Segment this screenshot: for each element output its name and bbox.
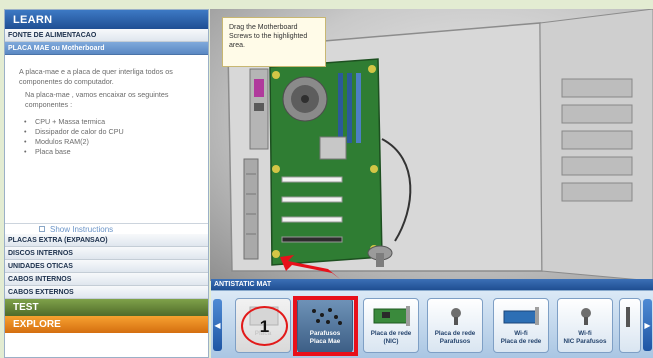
section-unidades-oticas[interactable]: UNIDADES OTICAS <box>5 260 208 273</box>
list-item: Placa base <box>19 147 198 157</box>
scroll-left-button[interactable]: ◀ <box>213 299 222 351</box>
instructions-panel: A placa-mae e a placa de quer interliga … <box>5 55 208 224</box>
show-instructions-label[interactable]: Show Instructions <box>50 225 113 234</box>
tray-tile-next-partial[interactable] <box>619 298 641 353</box>
section-fonte-de-alimentacao[interactable]: FONTE DE ALIMENTACAO <box>5 29 208 42</box>
tray-tile-placa-de-rede-nic[interactable]: Placa de rede (NIC) <box>363 298 419 353</box>
list-item: Modulos RAM(2) <box>19 137 198 147</box>
explore-header[interactable]: EXPLORE <box>5 316 208 333</box>
sidebar: LEARN FONTE DE ALIMENTACAO PLACA MAE ou … <box>4 9 209 358</box>
wifi-card-thumbnail <box>503 307 539 325</box>
antistatic-mat-header: ANTISTATIC MAT <box>211 279 653 290</box>
screw-thumbnail <box>451 308 461 325</box>
tray-tile-wifi-placa-de-rede[interactable]: Wi-fi Placa de rede <box>493 298 549 353</box>
instructions-paragraph-2: Na placa-mae , vamos encaixar os seguint… <box>25 90 169 109</box>
pc-case-scene: Drag the Motherboard Screws to the highl… <box>210 9 653 281</box>
instructions-paragraph-1: A placa-mae e a placa de quer interliga … <box>19 67 173 86</box>
partial-thumbnail <box>626 307 630 327</box>
component-list: CPU + Massa termica Dissipador de calor … <box>19 117 198 157</box>
show-instructions-toggle[interactable]: Show Instructions <box>5 224 208 234</box>
tile-label: Parafusos <box>439 338 471 345</box>
tile-label: NIC Parafusos <box>563 338 607 345</box>
test-header[interactable]: TEST <box>5 299 208 316</box>
scroll-right-button[interactable]: ▶ <box>643 299 652 351</box>
tile-label: Placa de rede <box>434 330 476 337</box>
nic-card-thumbnail <box>373 306 410 326</box>
screw-thumbnail <box>581 308 591 325</box>
section-discos-internos[interactable]: DISCOS INTERNOS <box>5 247 208 260</box>
highlight-box <box>293 296 358 356</box>
tile-label: Wi-fi <box>578 330 592 337</box>
section-cabos-externos[interactable]: CABOS EXTERNOS <box>5 286 208 299</box>
step-number-badge: 1 <box>241 306 288 346</box>
section-placas-extra[interactable]: PLACAS EXTRA (EXPANSAO) <box>5 234 208 247</box>
instruction-tooltip: Drag the Motherboard Screws to the highl… <box>222 17 326 67</box>
section-placa-mae[interactable]: PLACA MAE ou Motherboard <box>5 42 208 55</box>
list-item: Dissipador de calor do CPU <box>19 127 198 137</box>
list-item: CPU + Massa termica <box>19 117 198 127</box>
tile-label: Wi-fi <box>514 330 528 337</box>
section-cabos-internos[interactable]: CABOS INTERNOS <box>5 273 208 286</box>
tile-label: Placa de rede <box>370 330 412 337</box>
tile-label: Placa de rede <box>500 338 542 345</box>
tray-tile-wifi-nic-parafusos[interactable]: Wi-fi NIC Parafusos <box>557 298 613 353</box>
tile-label: (NIC) <box>383 338 399 345</box>
show-instructions-checkbox[interactable] <box>39 226 45 232</box>
learn-header[interactable]: LEARN <box>5 10 208 29</box>
tray-tile-placa-de-rede-parafusos[interactable]: Placa de rede Parafusos <box>427 298 483 353</box>
